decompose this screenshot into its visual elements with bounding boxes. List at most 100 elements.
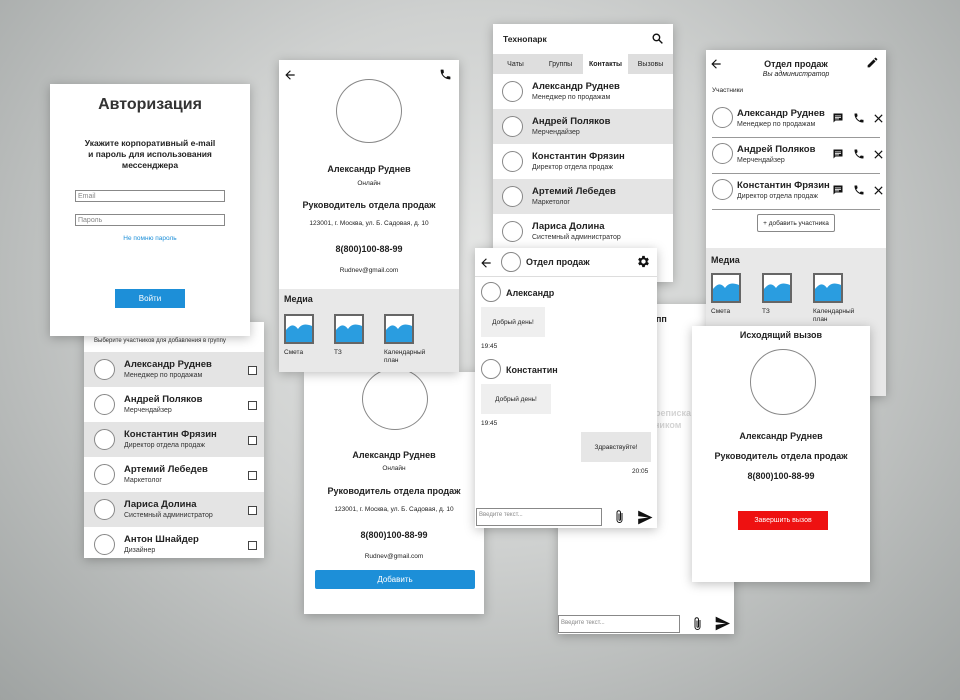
select-checkbox[interactable] xyxy=(248,506,257,515)
chat-icon[interactable] xyxy=(832,184,844,196)
avatar xyxy=(502,221,523,242)
search-icon[interactable] xyxy=(651,32,664,45)
image-icon[interactable] xyxy=(711,273,741,303)
image-icon[interactable] xyxy=(384,314,414,344)
contact-row[interactable]: Артемий Лебедев Маркетолог xyxy=(493,179,673,214)
contacts-list: Александр Руднев Менеджер по продажам Андр… xyxy=(493,74,673,249)
add-button[interactable]: Добавить xyxy=(315,570,475,589)
member-role: Мерчендайзер xyxy=(737,157,785,164)
tab-1[interactable]: Чаты xyxy=(493,54,538,74)
member-row[interactable]: Александр Руднев Менеджер по продажам xyxy=(712,102,883,138)
avatar xyxy=(502,151,523,172)
member-name: Константин Фрязин xyxy=(737,180,830,191)
auth-prompt: Укажите корпоративный e-mail и пароль дл… xyxy=(84,138,216,170)
profile-screen: Александр Руднев Онлайн Руководитель отд… xyxy=(279,60,459,372)
list-item[interactable]: Андрей Поляков Мерчендайзер xyxy=(84,387,264,422)
image-icon[interactable] xyxy=(284,314,314,344)
contacts-screen: Технопарк Чаты Группы Контакты Вызовы Алекс… xyxy=(493,24,673,282)
contact-row[interactable]: Лариса Долина Системный администратор xyxy=(493,214,673,249)
list-item[interactable]: Константин Фрязин Директор отдела продаж xyxy=(84,422,264,457)
media-label: Календарный план xyxy=(813,308,855,323)
end-call-button[interactable]: Завершить вызов xyxy=(738,511,828,530)
member-name: Александр Руднев xyxy=(124,359,212,370)
members-list: Александр Руднев Менеджер по продажам Андр… xyxy=(706,102,886,210)
phone-icon[interactable] xyxy=(439,68,452,81)
image-icon[interactable] xyxy=(334,314,364,344)
edit-icon[interactable] xyxy=(866,56,879,69)
auth-title: Авторизация xyxy=(98,96,202,113)
profile-email: Rudnev@gmail.com xyxy=(339,267,399,274)
select-checkbox[interactable] xyxy=(248,541,257,550)
tab-3[interactable]: Контакты xyxy=(583,54,628,74)
profile-address: 123001, г. Москва, ул. Б. Садовая, д. 10 xyxy=(334,506,454,513)
message-input[interactable]: Введите текст... xyxy=(558,615,680,633)
sender-name: Александр xyxy=(506,288,555,298)
attach-icon[interactable] xyxy=(614,509,626,525)
member-name: Александр Руднев xyxy=(737,108,825,119)
list-item[interactable]: Антон Шнайдер Дизайнер xyxy=(84,527,264,558)
attach-icon[interactable] xyxy=(692,616,704,632)
image-icon[interactable] xyxy=(762,273,792,303)
close-icon[interactable] xyxy=(873,149,884,160)
close-icon[interactable] xyxy=(873,185,884,196)
tab-2[interactable]: Группы xyxy=(538,54,583,74)
back-arrow-icon[interactable] xyxy=(479,256,493,270)
phone-icon[interactable] xyxy=(853,148,865,160)
avatar xyxy=(502,116,523,137)
list-item[interactable]: Артемий Лебедев Маркетолог xyxy=(84,457,264,492)
phone-icon[interactable] xyxy=(853,184,865,196)
contact-row[interactable]: Андрей Поляков Мерчендайзер xyxy=(493,109,673,144)
avatar xyxy=(502,186,523,207)
send-icon[interactable] xyxy=(636,510,654,525)
message-input[interactable]: Введите текст... xyxy=(476,508,602,526)
message-bubble: Добрый день! xyxy=(481,307,545,337)
message-bubble: Добрый день! xyxy=(481,384,551,414)
chat-icon[interactable] xyxy=(832,148,844,160)
outgoing-call-screen: Исходящий вызов Александр Руднев Руковод… xyxy=(692,326,870,582)
gear-icon[interactable] xyxy=(636,254,651,269)
member-role: Директор отдела продаж xyxy=(737,193,818,200)
contact-name: Андрей Поляков xyxy=(532,116,611,127)
select-checkbox[interactable] xyxy=(248,366,257,375)
add-member-button[interactable]: + добавить участника xyxy=(757,214,835,232)
forgot-password-link[interactable]: Не помню пароль xyxy=(50,235,250,242)
member-row[interactable]: Андрей Поляков Мерчендайзер xyxy=(712,138,883,174)
member-name: Андрей Поляков xyxy=(737,144,816,155)
avatar xyxy=(94,359,115,380)
image-icon[interactable] xyxy=(813,273,843,303)
send-icon[interactable] xyxy=(714,616,731,631)
avatar xyxy=(712,107,733,128)
phone-icon[interactable] xyxy=(853,112,865,124)
contact-row[interactable]: Александр Руднев Менеджер по продажам xyxy=(493,74,673,109)
contact-role: Директор отдела продаж xyxy=(532,164,613,171)
close-icon[interactable] xyxy=(873,113,884,124)
back-arrow-icon[interactable] xyxy=(283,68,297,82)
call-title: Исходящий вызов xyxy=(739,330,823,340)
select-checkbox[interactable] xyxy=(248,436,257,445)
profile-add-screen: Александр Руднев Онлайн Руководитель отд… xyxy=(304,372,484,614)
call-name: Александр Руднев xyxy=(739,431,823,441)
list-item[interactable]: Александр Руднев Менеджер по продажам xyxy=(84,352,264,387)
member-role: Системный администратор xyxy=(124,512,213,519)
login-button[interactable]: Войти xyxy=(115,289,185,308)
member-role: Мерчендайзер xyxy=(124,407,172,414)
media-label: ТЗ xyxy=(334,349,342,356)
select-checkbox[interactable] xyxy=(248,471,257,480)
media-label: ТЗ xyxy=(762,308,770,315)
avatar xyxy=(94,499,115,520)
tab-4[interactable]: Вызовы xyxy=(628,54,673,74)
avatar xyxy=(94,429,115,450)
contact-row[interactable]: Константин Фрязин Директор отдела продаж xyxy=(493,144,673,179)
list-item[interactable]: Лариса Долина Системный администратор xyxy=(84,492,264,527)
chat-icon[interactable] xyxy=(832,112,844,124)
email-field[interactable]: Email xyxy=(75,190,225,202)
media-title: Медиа xyxy=(284,294,313,304)
message-bubble-outgoing: Здравствуйте! xyxy=(581,432,651,462)
password-field[interactable]: Пароль xyxy=(75,214,225,226)
avatar xyxy=(750,349,816,415)
member-row[interactable]: Константин Фрязин Директор отдела продаж xyxy=(712,174,883,210)
member-role: Маркетолог xyxy=(124,477,162,484)
contact-name: Артемий Лебедев xyxy=(532,186,616,197)
member-role: Менеджер по продажам xyxy=(737,121,816,128)
select-checkbox[interactable] xyxy=(248,401,257,410)
